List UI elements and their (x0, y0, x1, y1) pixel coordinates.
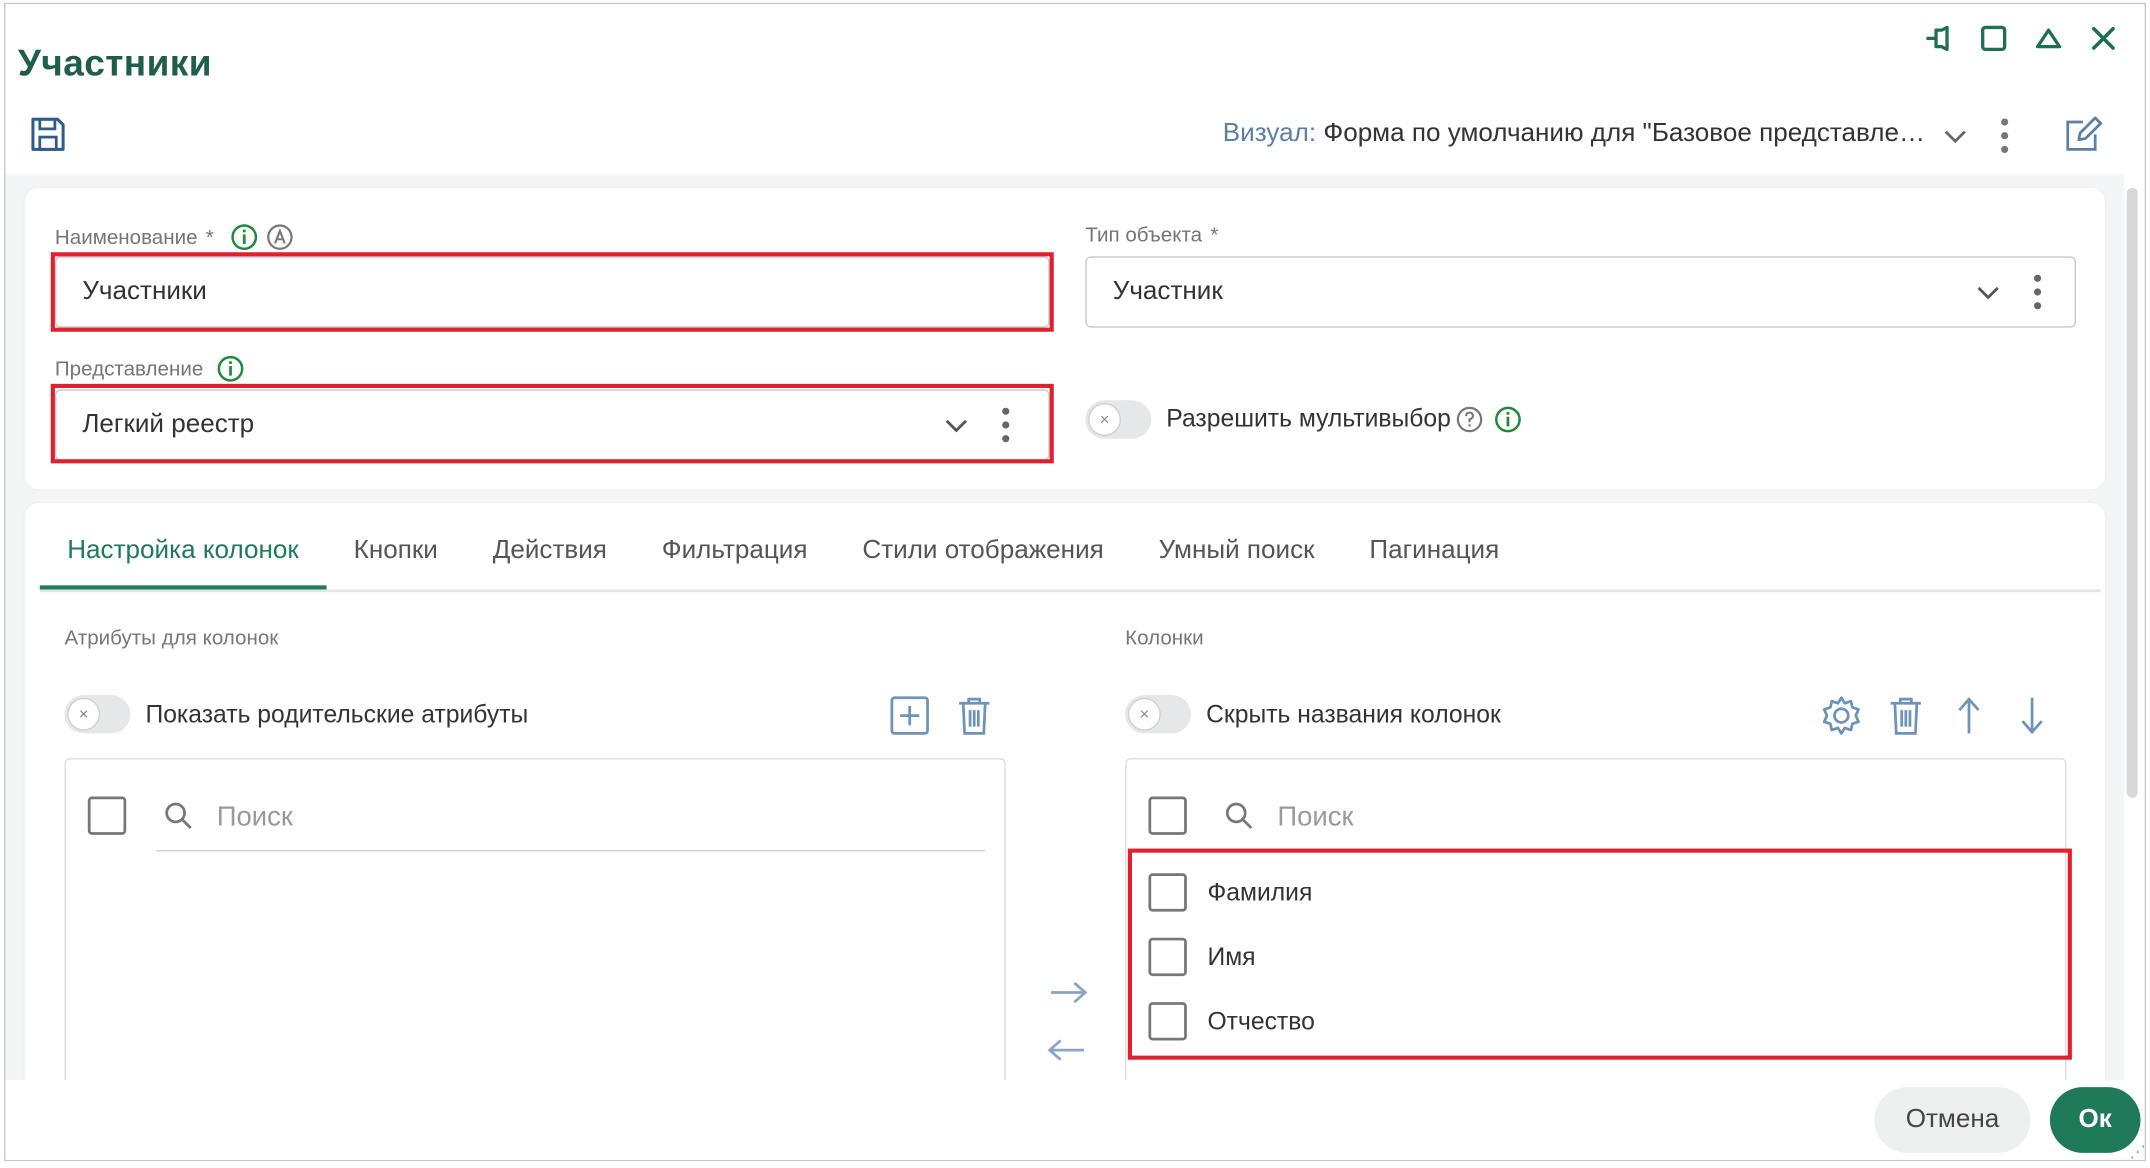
columns-search-input[interactable]: Поиск (1277, 802, 1353, 834)
tab-display-styles[interactable]: Стили отображения (835, 522, 1131, 589)
name-label: Наименование (54, 225, 198, 249)
ok-button[interactable]: Ок (2049, 1087, 2141, 1153)
object-type-label: Тип объекта (1085, 223, 1203, 247)
hide-column-names-toggle[interactable]: × (1125, 695, 1191, 734)
tab-pagination[interactable]: Пагинация (1342, 522, 1527, 589)
select-all-checkbox[interactable] (87, 796, 127, 835)
trash-icon[interactable] (1883, 692, 1930, 739)
object-type-label-row: Тип объекта * (1085, 223, 1218, 246)
show-parent-attributes-label: Показать родительские атрибуты (145, 700, 529, 728)
search-underline (156, 849, 986, 852)
tab-actions[interactable]: Действия (465, 522, 634, 589)
add-icon[interactable] (886, 692, 933, 739)
toggle-off-icon: × (67, 697, 101, 731)
tab-bar: Настройка колонок Кнопки Действия Фильтр… (39, 522, 2101, 593)
visual-label: Визуал: (1222, 119, 1317, 149)
show-parent-attributes-toggle[interactable]: × (64, 695, 131, 734)
tab-columns[interactable]: Настройка колонок (39, 522, 327, 590)
arrow-up-icon[interactable] (1948, 692, 1989, 739)
info-icon[interactable] (1495, 405, 1522, 432)
arrow-left-icon[interactable] (1043, 1031, 1090, 1069)
object-type-select[interactable]: Участник (1085, 256, 2076, 328)
gear-icon[interactable] (1817, 691, 1866, 740)
info-icon[interactable] (230, 223, 257, 251)
name-label-row: Наименование * (54, 223, 294, 251)
view-label: Представление (54, 357, 204, 381)
collapse-icon[interactable] (2031, 21, 2067, 57)
chevron-down-icon[interactable] (1970, 276, 2006, 312)
attributes-section-label: Атрибуты для колонок (64, 626, 279, 650)
footer (5, 1080, 2145, 1160)
toggle-off-icon: × (1088, 403, 1122, 436)
visual-selector[interactable]: Визуал: Форма по умолчанию для "Базовое … (1223, 119, 1925, 149)
scrollbar[interactable] (2126, 187, 2138, 798)
required-mark: * (1210, 223, 1219, 247)
help-icon[interactable] (1456, 405, 1483, 432)
highlight-frame (1127, 848, 2072, 1060)
chevron-down-icon[interactable] (1937, 119, 1973, 155)
info-icon[interactable] (217, 355, 244, 382)
required-mark: * (205, 225, 214, 249)
object-type-value: Участник (1112, 276, 1223, 306)
highlight-frame (50, 383, 1054, 464)
multiselect-label: Разрешить мультивыбор (1166, 404, 1451, 432)
save-icon[interactable] (25, 111, 72, 158)
arrow-right-icon[interactable] (1046, 973, 1093, 1011)
visual-value: Форма по умолчанию для "Базовое представ… (1323, 119, 1926, 149)
edit-icon[interactable] (2060, 111, 2107, 158)
tab-smart-search[interactable]: Умный поиск (1131, 522, 1342, 589)
select-all-checkbox[interactable] (1148, 796, 1187, 835)
cancel-button[interactable]: Отмена (1874, 1087, 2031, 1153)
columns-section-label: Колонки (1125, 626, 1204, 650)
maximize-icon[interactable] (1976, 21, 2012, 57)
highlight-frame (50, 252, 1054, 332)
translate-icon[interactable] (266, 223, 293, 250)
search-icon (1223, 799, 1256, 832)
dialog-window: Участники Визуал: Форма по умолчанию для… (4, 2, 2146, 1162)
close-icon[interactable] (2086, 21, 2122, 57)
resize-handle-icon[interactable]: ⋰ (2129, 1142, 2144, 1160)
view-label-row: Представление (55, 355, 245, 382)
arrow-down-icon[interactable] (2011, 692, 2052, 739)
hide-column-names-label: Скрыть названия колонок (1206, 700, 1501, 728)
attributes-search-input[interactable]: Поиск (217, 802, 293, 834)
toggle-off-icon: × (1127, 697, 1161, 731)
tab-buttons[interactable]: Кнопки (326, 522, 465, 589)
dialog-title: Участники (17, 42, 212, 84)
search-icon (162, 799, 195, 832)
more-vertical-icon[interactable] (2020, 270, 2056, 314)
multiselect-toggle[interactable]: × (1085, 400, 1152, 439)
tab-filtering[interactable]: Фильтрация (634, 522, 835, 589)
multiselect-row: Разрешить мультивыбор (1166, 404, 1522, 433)
more-vertical-icon[interactable] (1987, 114, 2023, 158)
pin-icon[interactable] (1921, 21, 1957, 57)
trash-icon[interactable] (951, 692, 998, 739)
